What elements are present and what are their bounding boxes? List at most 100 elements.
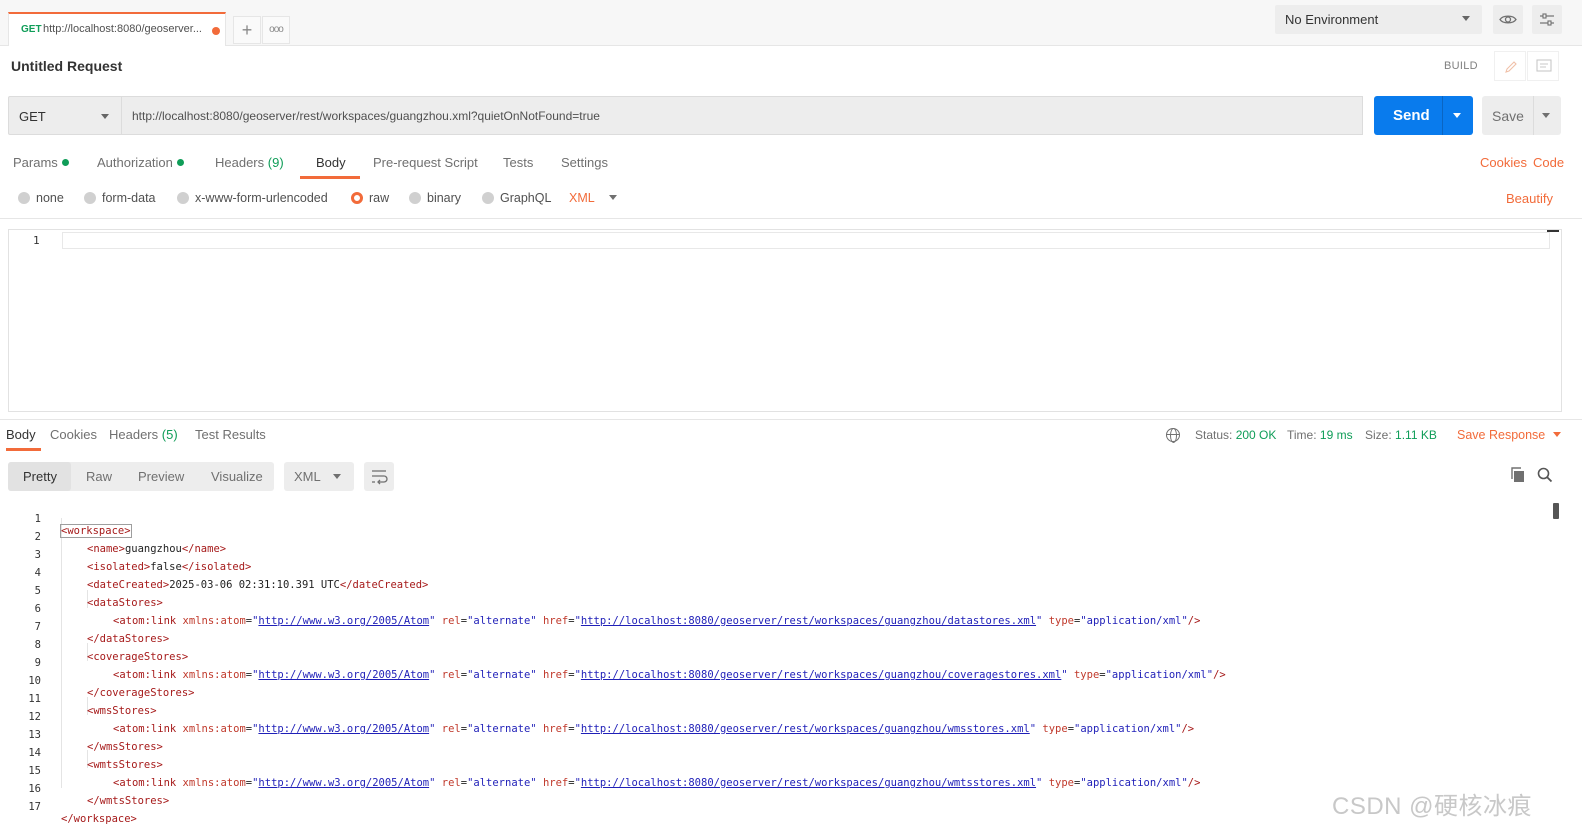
response-tab-headers-label: Headers xyxy=(109,427,159,442)
body-type-none[interactable]: none xyxy=(18,191,64,207)
tab-bar: GET http://localhost:8080/geoserver... +… xyxy=(0,0,1582,46)
cookies-link[interactable]: Cookies xyxy=(1480,155,1527,170)
body-type-form-data[interactable]: form-data xyxy=(84,191,156,207)
tab-prerequest-label: Pre-request Script xyxy=(373,155,478,170)
chevron-down-icon xyxy=(333,474,341,479)
tab-tests[interactable]: Tests xyxy=(503,155,533,179)
code-line: 4 <dateCreated>2025-03-06 02:31:10.391 U… xyxy=(0,555,1550,591)
tab-title: http://localhost:8080/geoserver... xyxy=(43,23,202,35)
body-type-raw-label: raw xyxy=(369,191,390,205)
body-type-raw[interactable]: raw xyxy=(351,191,389,207)
view-preview-button[interactable]: Preview xyxy=(138,469,184,484)
send-button[interactable]: Send xyxy=(1374,96,1473,135)
tab-headers[interactable]: Headers (9) xyxy=(215,155,284,179)
editor-scroll-indicator xyxy=(1547,230,1559,232)
save-button[interactable]: Save xyxy=(1482,96,1561,135)
code-line: 13 </wmsStores> xyxy=(0,717,1550,753)
body-type-form-data-label: form-data xyxy=(102,191,156,205)
tab-params-label: Params xyxy=(13,155,58,170)
send-label: Send xyxy=(1393,107,1430,124)
radio-icon xyxy=(409,192,421,204)
save-label: Save xyxy=(1492,108,1524,124)
params-set-dot-icon xyxy=(61,159,69,166)
response-tab-test-results[interactable]: Test Results xyxy=(195,427,266,451)
manage-environments-button[interactable] xyxy=(1532,5,1562,34)
new-tab-button[interactable]: + xyxy=(233,16,261,44)
environment-select[interactable]: No Environment xyxy=(1275,5,1482,34)
line-number: 17 xyxy=(28,801,41,813)
response-status: Status: 200 OK xyxy=(1195,428,1276,442)
globe-icon[interactable] xyxy=(1166,428,1180,443)
body-type-binary[interactable]: binary xyxy=(409,191,461,207)
code-line: 14 <wmtsStores> xyxy=(0,735,1550,771)
tab-body[interactable]: Body xyxy=(300,155,360,179)
save-response-label: Save Response xyxy=(1457,428,1546,442)
raw-type-select[interactable]: XML xyxy=(569,191,617,205)
send-options-chevron-icon[interactable] xyxy=(1453,113,1461,118)
beautify-link[interactable]: Beautify xyxy=(1506,191,1553,206)
radio-icon xyxy=(482,192,494,204)
response-tab-body[interactable]: Body xyxy=(6,427,41,451)
response-body-code[interactable]: 1 <workspace> 2 <name>guangzhou</name> 3… xyxy=(0,501,1550,825)
code-line: 1 <workspace> xyxy=(0,501,1550,538)
request-tab[interactable]: GET http://localhost:8080/geoserver... xyxy=(8,12,226,46)
view-visualize-button[interactable]: Visualize xyxy=(211,469,263,484)
code-line: 8 <coverageStores> xyxy=(0,627,1550,663)
tab-params[interactable]: Params xyxy=(13,155,69,179)
edit-request-button[interactable] xyxy=(1494,51,1526,81)
response-view-modes: Pretty Raw Preview Visualize xyxy=(8,462,274,491)
wrap-lines-button[interactable] xyxy=(364,462,394,491)
editor-current-line[interactable] xyxy=(62,232,1550,249)
code-line: 16 </wmtsStores> xyxy=(0,771,1550,807)
comments-button[interactable] xyxy=(1527,51,1559,81)
response-format-select[interactable]: XML xyxy=(284,462,354,491)
tab-settings-label: Settings xyxy=(561,155,608,170)
response-tab-cookies[interactable]: Cookies xyxy=(50,427,97,451)
method-select[interactable]: GET xyxy=(8,96,122,135)
radio-icon xyxy=(84,192,96,204)
wrap-lines-icon xyxy=(372,470,388,485)
view-raw-button[interactable]: Raw xyxy=(86,469,112,484)
copy-icon[interactable] xyxy=(1509,466,1527,484)
save-options-chevron-icon[interactable] xyxy=(1542,113,1550,118)
request-name[interactable]: Untitled Request xyxy=(11,58,122,74)
chevron-down-icon xyxy=(608,195,617,200)
watermark: CSDN @硬核冰痕 xyxy=(1332,793,1533,820)
search-icon[interactable] xyxy=(1536,466,1554,484)
body-type-graphql[interactable]: GraphQL xyxy=(482,191,551,207)
environment-value: No Environment xyxy=(1285,12,1379,27)
request-body-editor[interactable]: 1 xyxy=(8,229,1562,412)
code-line: 5 <dataStores> xyxy=(0,573,1550,609)
environment-quick-look-button[interactable] xyxy=(1493,5,1523,34)
url-value: http://localhost:8080/geoserver/rest/wor… xyxy=(132,109,600,123)
save-response-button[interactable]: Save Response xyxy=(1457,428,1562,442)
xml-tag: </workspace> xyxy=(61,813,137,825)
view-pretty-button[interactable]: Pretty xyxy=(23,469,57,484)
code-line: 2 <name>guangzhou</name> xyxy=(0,519,1550,555)
status-value: 200 OK xyxy=(1235,428,1277,442)
unsaved-dot-icon xyxy=(212,27,220,35)
chevron-down-icon xyxy=(1553,432,1562,437)
response-tab-headers[interactable]: Headers (5) xyxy=(109,427,178,451)
chevron-down-icon xyxy=(101,114,109,119)
code-line: 6 <atom:link xmlns:atom="http://www.w3.o… xyxy=(0,591,1550,627)
response-scrollbar[interactable] xyxy=(1553,503,1559,519)
size-label: Size: xyxy=(1365,428,1392,442)
build-mode-label: BUILD xyxy=(1444,60,1478,72)
tab-prerequest-script[interactable]: Pre-request Script xyxy=(373,155,478,179)
url-input[interactable]: http://localhost:8080/geoserver/rest/wor… xyxy=(122,96,1363,135)
code-link[interactable]: Code xyxy=(1533,155,1564,170)
tab-options-button[interactable]: ooo xyxy=(262,16,290,44)
code-line: 10 </coverageStores> xyxy=(0,663,1550,699)
status-label: Status: xyxy=(1195,428,1233,442)
tab-tests-label: Tests xyxy=(503,155,534,170)
body-type-urlencoded[interactable]: x-www-form-urlencoded xyxy=(177,191,328,207)
tab-headers-label: Headers xyxy=(215,155,265,170)
radio-selected-icon xyxy=(351,192,363,204)
tab-authorization[interactable]: Authorization xyxy=(97,155,184,179)
tab-settings[interactable]: Settings xyxy=(561,155,608,179)
eye-icon xyxy=(1499,15,1517,24)
body-type-urlencoded-label: x-www-form-urlencoded xyxy=(195,191,328,205)
response-tab-headers-count: (5) xyxy=(161,427,178,442)
divider xyxy=(0,419,1582,420)
